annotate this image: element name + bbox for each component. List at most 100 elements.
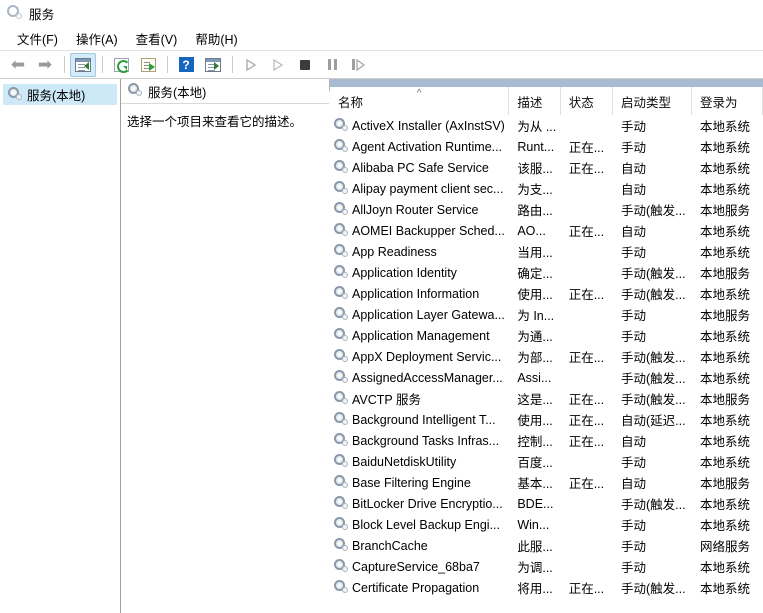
menu-help[interactable]: 帮助(H) [186,27,246,50]
cell-start: 自动(延迟... [621,414,686,428]
column-header-log-on-as[interactable]: 登录为 [691,87,763,115]
service-name-label: BaiduNetdiskUtility [352,454,457,469]
menu-action[interactable]: 操作(A) [67,27,127,50]
cell-desc: Win... [517,517,550,532]
forward-button[interactable]: ➡ [32,53,58,77]
cell-status [561,262,613,283]
stop-service-button[interactable] [292,53,318,77]
service-cog-icon [334,390,348,407]
table-row[interactable]: BitLocker Drive Encryptio... BDE... 手动(触发.… [330,493,763,514]
arrow-right-icon: ➡ [37,55,53,74]
export-list-button[interactable] [135,53,161,77]
refresh-button[interactable] [108,53,134,77]
cell-logon: 本地系统 [699,414,750,428]
table-row[interactable]: Application Layer Gatewa... 为 In... 手动 本地服务 [330,304,763,325]
menu-file[interactable]: 文件(F) [8,27,67,50]
export-list-icon [140,57,156,72]
menubar: 文件(F) 操作(A) 查看(V) 帮助(H) [0,26,763,51]
cell-desc: 该服... [517,162,553,176]
table-row[interactable]: Application Information 使用... 正在... 手动(触发..… [330,283,763,304]
cell-service-name: ActiveX Installer (AxInstSV) [330,115,509,136]
service-name-label: AssignedAccessManager... [352,370,503,385]
cell-desc: Assi... [517,370,552,385]
cell-desc: 此服... [517,540,553,554]
table-row[interactable]: Background Intelligent T... 使用... 正在... 自动(… [330,409,763,430]
service-cog-icon [334,222,348,239]
results-pane: 服务(本地) 选择一个项目来查看它的描述。 名称 ^ 描述 状态 启动类型 登录… [121,79,763,613]
table-row[interactable]: AppX Deployment Servic... 为部... 正在... 手动(触发… [330,346,763,367]
pause-service-button[interactable] [319,53,345,77]
column-header-startup-type[interactable]: 启动类型 [613,87,692,115]
help-question-icon: ? [178,57,194,72]
table-row[interactable]: CaptureService_68ba7 为调... 手动 本地系统 [330,556,763,577]
table-row[interactable]: Certificate Propagation 将用... 正在... 手动(触发..… [330,577,763,598]
cell-start: 手动 [621,120,647,134]
table-row[interactable]: AllJoyn Router Service 路由... 手动(触发... 本地服务 [330,199,763,220]
table-row[interactable]: Alipay payment client sec... 为支... 自动 本地系统 [330,178,763,199]
back-button[interactable]: ⬅ [5,53,31,77]
tree-node-services-local[interactable]: 服务(本地) [3,84,117,105]
table-row[interactable]: Application Identity 确定... 手动(触发... 本地服务 [330,262,763,283]
cell-start: 手动(触发... [621,267,686,281]
table-row[interactable]: BranchCache 此服... 手动 网络服务 [330,535,763,556]
service-cog-icon [334,306,348,323]
table-row[interactable]: Base Filtering Engine 基本... 正在... 自动 本地服务 [330,472,763,493]
cell-service-name: Agent Activation Runtime... [330,136,509,157]
cell-status [561,514,613,535]
show-action-pane-button[interactable] [200,53,226,77]
cell-desc: 为通... [517,330,553,344]
table-row[interactable]: AVCTP 服务 这是... 正在... 手动(触发... 本地服务 [330,388,763,409]
table-row[interactable]: AOMEI Backupper Sched... AO... 正在... 自动 本地系统 [330,220,763,241]
cell-start: 手动(触发... [621,204,686,218]
cell-desc: 使用... [517,414,553,428]
restart-icon [352,58,366,71]
stop-square-icon [300,59,310,70]
cell-service-name: App Readiness [330,241,509,262]
help-button[interactable]: ? [173,53,199,77]
table-row[interactable]: BaiduNetdiskUtility 百度... 手动 本地系统 [330,451,763,472]
restart-service-button[interactable] [346,53,372,77]
service-cog-icon [334,537,348,554]
start-service-button[interactable] [238,53,264,77]
service-cog-icon [334,243,348,260]
service-cog-icon [334,579,348,596]
cell-status [561,367,613,388]
column-header-status[interactable]: 状态 [560,87,614,115]
service-cog-icon [334,411,348,428]
cell-status: 正在... [568,393,605,407]
table-row[interactable]: App Readiness 当用... 手动 本地系统 [330,241,763,262]
service-name-label: AVCTP 服务 [352,393,421,407]
service-cog-icon [334,285,348,302]
column-header-description[interactable]: 描述 [509,87,561,115]
cell-logon: 本地系统 [699,288,750,302]
table-row[interactable]: Alibaba PC Safe Service 该服... 正在... 自动 本地系统 [330,157,763,178]
show-hide-tree-button[interactable] [70,52,96,77]
cell-service-name: AOMEI Backupper Sched... [330,220,509,241]
cell-logon: 本地系统 [699,561,750,575]
table-row[interactable]: AssignedAccessManager... Assi... 手动(触发... 本… [330,367,763,388]
toolbar-separator-1 [64,56,65,73]
cell-service-name: Background Tasks Infras... [330,430,509,451]
cell-service-name: Base Filtering Engine [330,472,509,493]
cell-logon: 本地系统 [699,246,750,260]
detail-pane-title: 服务(本地) [148,85,207,100]
services-cog-icon [8,86,22,103]
toolbar-separator-3 [167,56,168,73]
column-header-startup-type-label: 启动类型 [621,95,672,110]
cell-service-name: Alipay payment client sec... [330,178,509,199]
service-name-label: Background Intelligent T... [352,412,496,427]
cell-service-name: Application Information [330,283,509,304]
service-cog-icon [334,453,348,470]
action-pane-icon [205,57,221,72]
cell-start: 手动(触发... [621,351,686,365]
table-row[interactable]: Agent Activation Runtime... Runt... 正在... 手… [330,136,763,157]
cell-desc: 确定... [517,267,553,281]
table-row[interactable]: Application Management 为通... 手动 本地系统 [330,325,763,346]
table-row[interactable]: Block Level Backup Engi... Win... 手动 本地系统 [330,514,763,535]
resume-service-button[interactable] [265,53,291,77]
menu-view[interactable]: 查看(V) [127,27,187,50]
table-row[interactable]: ActiveX Installer (AxInstSV) 为从 ... 手动 本地系统 [330,115,763,136]
cell-start: 手动(触发... [621,288,686,302]
table-row[interactable]: Background Tasks Infras... 控制... 正在... 自动 本地… [330,430,763,451]
column-header-name[interactable]: 名称 ^ [330,87,510,115]
